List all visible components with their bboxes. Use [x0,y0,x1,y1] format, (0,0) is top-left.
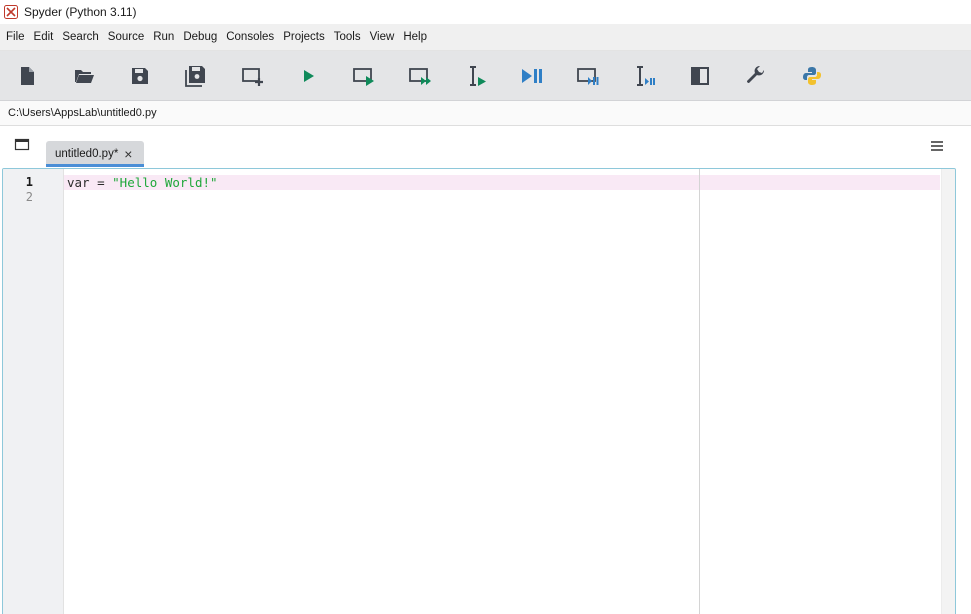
menu-run[interactable]: Run [148,24,178,50]
main-toolbar [0,51,971,101]
debug-selection-button[interactable] [631,63,657,89]
hamburger-menu-icon[interactable] [929,139,945,153]
menu-view[interactable]: View [365,24,399,50]
active-tab-indicator [46,164,144,167]
menu-search[interactable]: Search [57,24,102,50]
code-token-string: "Hello World!" [112,175,218,190]
menu-edit[interactable]: Edit [29,24,58,50]
code-line[interactable]: var = "Hello World!" [67,175,218,190]
line-number-gutter: 1 2 [3,169,64,614]
preferences-button[interactable] [743,63,769,89]
debug-selection-icon [637,66,655,86]
debug-cell-button[interactable] [575,63,601,89]
new-cell-button[interactable] [239,63,265,89]
title-bar: Spyder (Python 3.11) [0,0,971,24]
debug-icon [522,69,542,83]
save-all-button[interactable] [183,63,209,89]
editor-tab-bar: untitled0.py* × [0,126,971,168]
file-path-bar: C:\Users\AppsLab\untitled0.py [0,101,971,126]
maximize-pane-icon [691,67,709,85]
run-icon [304,70,314,82]
save-icon [132,68,148,84]
browse-tabs-icon[interactable] [14,138,30,152]
debug-cell-icon [577,68,599,85]
folder-open-icon [75,70,94,83]
code-token-operator: = [89,175,113,190]
run-file-button[interactable] [295,63,321,89]
code-editor[interactable]: 1 2 var = "Hello World!" [2,168,956,614]
save-all-icon [185,66,205,87]
edge-line [699,169,700,614]
spyder-logo-icon [4,5,18,19]
save-file-button[interactable] [127,63,153,89]
code-token-variable: var [67,175,90,190]
line-number: 1 [25,175,33,189]
menu-source[interactable]: Source [103,24,148,50]
python-logo-icon [803,67,821,85]
tab-label: untitled0.py* [55,148,119,160]
menu-projects[interactable]: Projects [278,24,329,50]
run-selection-button[interactable] [463,63,489,89]
menu-bar: File Edit Search Source Run Debug Consol… [0,24,971,51]
line-number: 2 [25,190,33,204]
run-cell-advance-icon [409,68,431,85]
menu-debug[interactable]: Debug [178,24,221,50]
run-cell-advance-button[interactable] [407,63,433,89]
new-file-icon [21,67,34,85]
menu-help[interactable]: Help [398,24,431,50]
menu-tools[interactable]: Tools [329,24,365,50]
maximize-pane-button[interactable] [687,63,713,89]
wrench-icon [746,65,765,84]
add-cell-icon [242,68,263,86]
new-file-button[interactable] [15,63,41,89]
file-path: C:\Users\AppsLab\untitled0.py [8,107,157,119]
tab-untitled0[interactable]: untitled0.py* × [46,141,144,167]
menu-consoles[interactable]: Consoles [221,24,278,50]
run-cell-button[interactable] [351,63,377,89]
open-file-button[interactable] [71,63,97,89]
run-selection-icon [470,66,486,86]
close-tab-icon[interactable]: × [124,147,132,161]
window-title: Spyder (Python 3.11) [24,5,137,19]
debug-button[interactable] [519,63,545,89]
vertical-scrollbar[interactable] [941,169,955,614]
menu-file[interactable]: File [0,24,29,50]
run-cell-icon [353,68,374,86]
pythonpath-manager-button[interactable] [799,63,825,89]
